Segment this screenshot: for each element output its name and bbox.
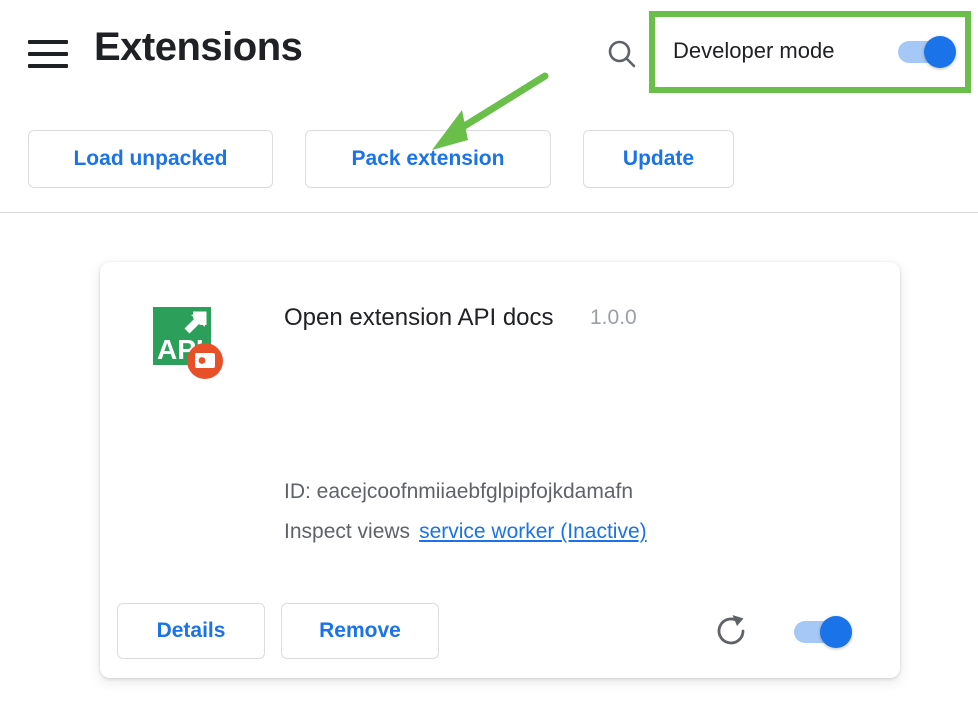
developer-mode-toggle[interactable] bbox=[898, 36, 958, 68]
pack-extension-button[interactable]: Pack extension bbox=[305, 130, 551, 188]
search-icon[interactable] bbox=[604, 36, 640, 72]
extension-enabled-toggle[interactable] bbox=[794, 616, 854, 648]
page-title: Extensions bbox=[94, 25, 302, 70]
toggle-knob bbox=[924, 36, 956, 68]
header-divider bbox=[0, 212, 978, 213]
remove-button[interactable]: Remove bbox=[281, 603, 439, 659]
hamburger-bar bbox=[28, 40, 68, 44]
hamburger-menu-icon[interactable] bbox=[28, 36, 72, 72]
details-button[interactable]: Details bbox=[117, 603, 265, 659]
page-header: Extensions Developer mode bbox=[0, 0, 978, 106]
extension-id: ID: eacejcoofnmiiaebfglpipfojkdamafn bbox=[284, 480, 633, 504]
load-unpacked-button[interactable]: Load unpacked bbox=[28, 130, 273, 188]
hamburger-bar bbox=[28, 52, 68, 56]
inspect-views-label: Inspect views bbox=[284, 520, 410, 544]
service-worker-link[interactable]: service worker (Inactive) bbox=[419, 520, 647, 544]
inspect-views-row: Inspect views service worker (Inactive) bbox=[284, 520, 647, 544]
hamburger-bar bbox=[28, 64, 68, 68]
reload-icon[interactable] bbox=[713, 612, 751, 650]
developer-mode-label: Developer mode bbox=[673, 38, 834, 64]
api-docs-extension-icon: API bbox=[153, 307, 225, 379]
update-button[interactable]: Update bbox=[583, 130, 734, 188]
toggle-knob bbox=[820, 616, 852, 648]
extension-version: 1.0.0 bbox=[590, 306, 637, 330]
extensions-toolbar: Load unpacked Pack extension Update bbox=[0, 130, 978, 192]
extension-name: Open extension API docs bbox=[284, 304, 554, 332]
extension-card: API Open extension API docs 1.0.0 ID: ea… bbox=[100, 262, 900, 678]
